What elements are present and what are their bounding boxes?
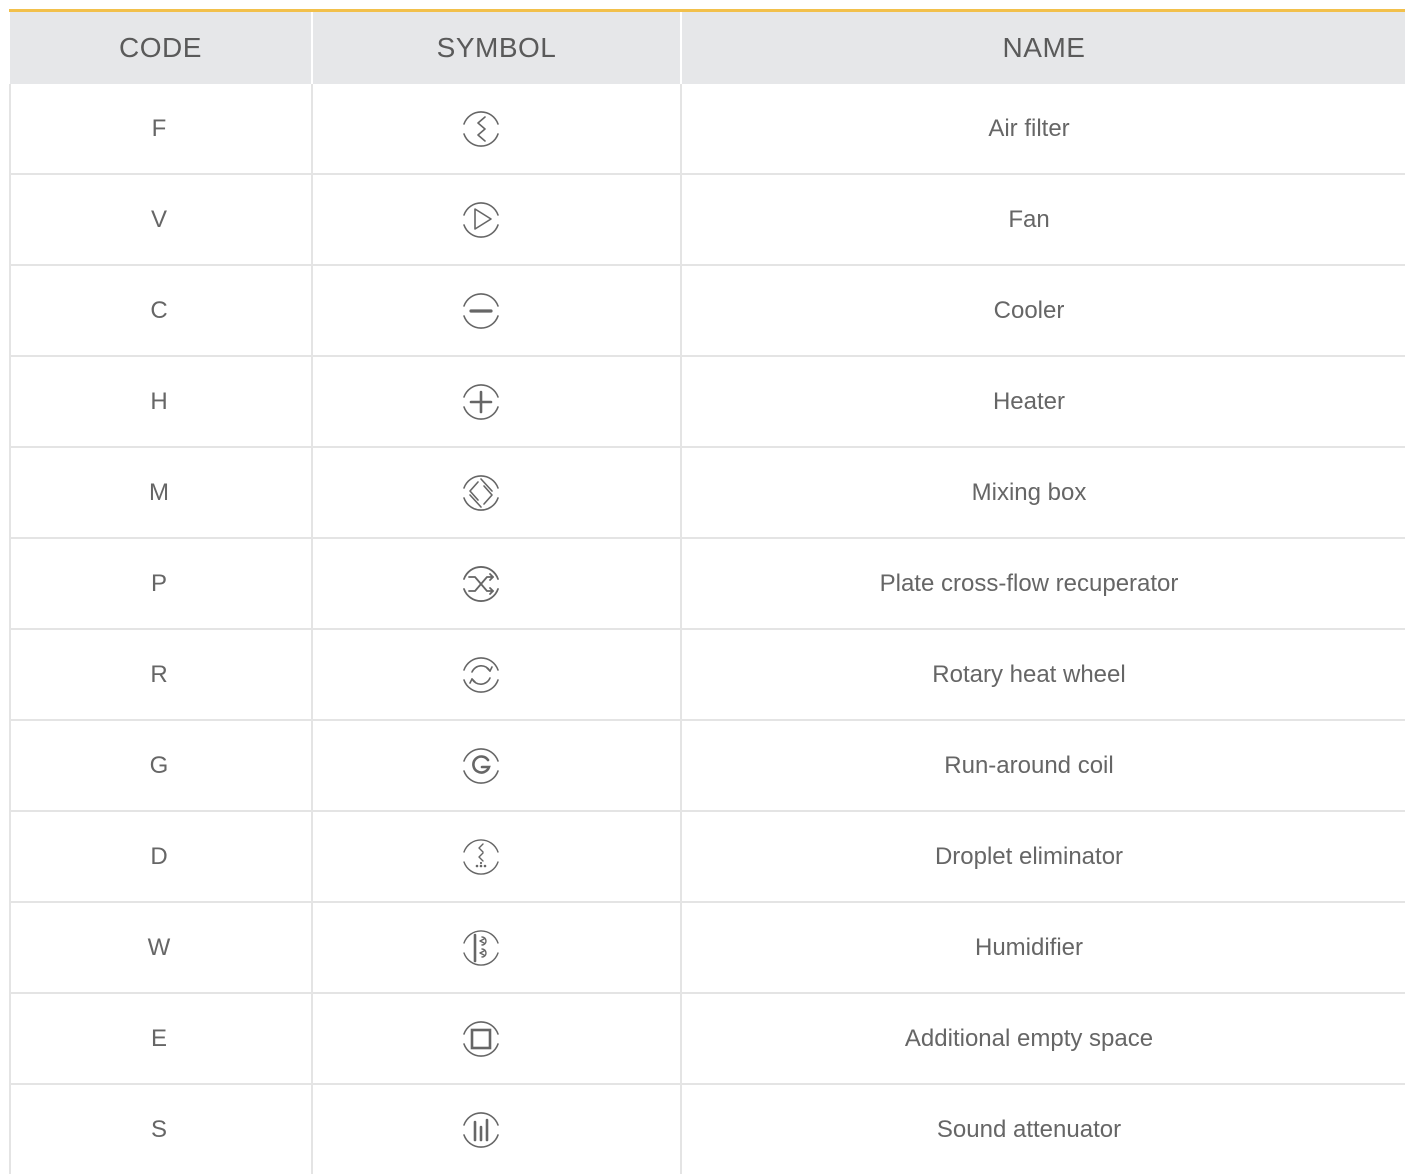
row-name: Additional empty space — [681, 993, 1405, 1085]
header-row: CODE SYMBOL NAME — [10, 12, 1405, 84]
row-name: Humidifier — [681, 902, 1405, 994]
table-row: E Additional empty space — [9, 993, 1405, 1085]
run-around-coil-icon — [462, 747, 499, 784]
row-code: M — [9, 447, 313, 539]
table-row: H Heater — [9, 356, 1405, 448]
row-code: W — [9, 902, 313, 994]
fan-icon — [462, 201, 499, 238]
droplet-eliminator-icon — [462, 838, 499, 875]
symbols-table: CODE SYMBOL NAME F Air filter V Fan C Co… — [9, 12, 1405, 1174]
row-name: Heater — [681, 356, 1405, 448]
table-row: P Plate cross-flow recuperator — [9, 538, 1405, 630]
row-code: G — [9, 720, 313, 812]
row-name: Cooler — [681, 265, 1405, 357]
row-code: R — [9, 629, 313, 721]
row-code: S — [9, 1084, 313, 1174]
table-row: C Cooler — [9, 265, 1405, 357]
plate-recuperator-icon — [462, 565, 499, 602]
empty-space-icon — [462, 1020, 499, 1057]
cooler-icon — [462, 292, 499, 329]
header-code: CODE — [10, 12, 313, 84]
header-name: NAME — [681, 12, 1405, 84]
row-code: D — [9, 811, 313, 903]
row-name: Run-around coil — [681, 720, 1405, 812]
table-row: W Humidifier — [9, 902, 1405, 994]
row-code: V — [9, 174, 313, 266]
table-row: M Mixing box — [9, 447, 1405, 539]
mixing-box-icon — [462, 474, 499, 511]
row-name: Droplet eliminator — [681, 811, 1405, 903]
row-name: Rotary heat wheel — [681, 629, 1405, 721]
row-name: Mixing box — [681, 447, 1405, 539]
symbols-table-container: CODE SYMBOL NAME F Air filter V Fan C Co… — [9, 9, 1405, 1174]
row-code: P — [9, 538, 313, 630]
table-body: F Air filter V Fan C Cooler H Heater M M… — [9, 84, 1405, 1174]
table-row: G Run-around coil — [9, 720, 1405, 812]
sound-attenuator-icon — [462, 1111, 499, 1148]
row-code: F — [9, 84, 313, 175]
row-code: H — [9, 356, 313, 448]
table-row: F Air filter — [9, 84, 1405, 175]
rotary-wheel-icon — [462, 656, 499, 693]
row-name: Sound attenuator — [936, 1115, 1122, 1143]
table-row: D Droplet eliminator — [9, 811, 1405, 903]
air-filter-icon — [462, 110, 499, 147]
row-name: Air filter — [681, 84, 1405, 175]
row-name: Plate cross-flow recuperator — [681, 538, 1405, 630]
table-header: CODE SYMBOL NAME — [10, 12, 1405, 84]
table-row: V Fan — [9, 174, 1405, 266]
header-symbol: SYMBOL — [312, 12, 682, 84]
table-row: S Sound attenuator — [9, 1084, 1405, 1174]
row-code: E — [9, 993, 313, 1085]
table-row: R Rotary heat wheel — [9, 629, 1405, 721]
heater-icon — [462, 383, 499, 420]
row-code: C — [9, 265, 313, 357]
row-name: Fan — [681, 174, 1405, 266]
humidifier-icon — [462, 929, 499, 966]
